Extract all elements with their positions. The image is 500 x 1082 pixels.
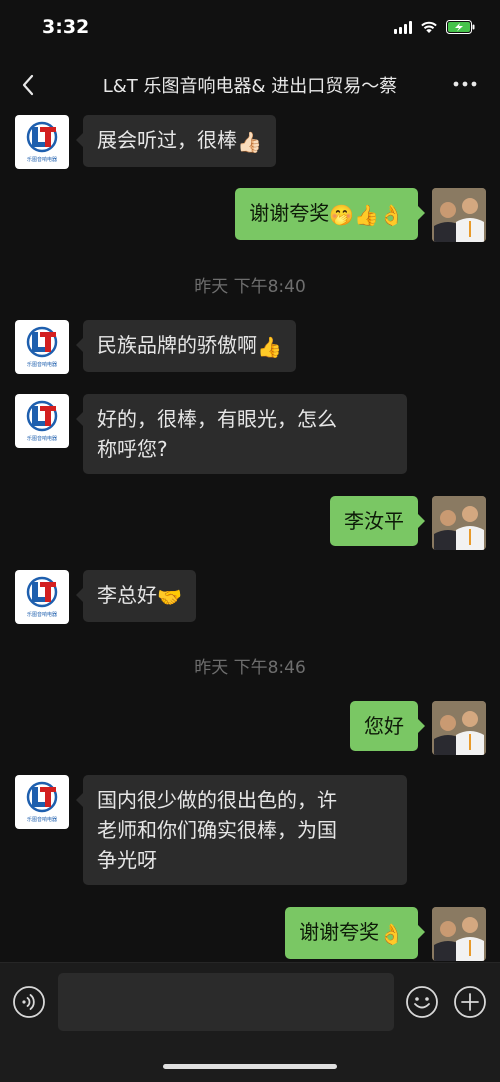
thumbs-up-icon: 👍🏻 [237, 129, 262, 154]
ok-hand-icon: 👌 [379, 921, 404, 946]
message-text-line: 好的，很棒，有眼光，怎么 [97, 407, 337, 431]
logo-text: 乐图音响电器 [27, 361, 57, 368]
message-bubble[interactable]: 国内很少做的很出色的，许 老师和你们确实很棒，为国 争光呀 [76, 775, 407, 885]
contact-avatar[interactable]: 乐图音响电器 [15, 775, 69, 829]
timestamp: 昨天 下午8:40 [194, 277, 306, 297]
status-time: 3:32 [42, 16, 90, 38]
message-text: 您好 [364, 714, 404, 738]
battery-charging-icon [446, 20, 476, 34]
person-photo-icon [432, 907, 486, 961]
cellular-signal-icon [394, 20, 412, 34]
person-photo-icon [432, 701, 486, 755]
my-avatar[interactable] [432, 496, 486, 550]
logo-text: 乐图音响电器 [27, 435, 57, 442]
logo-text: 乐图音响电器 [27, 816, 57, 823]
message-bubble[interactable]: 谢谢夸奖👌 [285, 907, 425, 959]
message-bubble[interactable]: 谢谢夸奖🤭👍👌 [235, 188, 425, 240]
emoji-reaction-icon: 🤭👍👌 [329, 202, 404, 227]
smiley-icon [406, 986, 438, 1018]
back-button[interactable] [14, 70, 44, 100]
company-logo-icon: 乐图音响电器 [26, 400, 58, 442]
chat-title: L&T 乐图音响电器& 进出口贸易～蔡 [102, 76, 398, 97]
logo-text: 乐图音响电器 [27, 611, 57, 618]
company-logo-icon: 乐图音响电器 [26, 121, 58, 163]
timestamp: 昨天 下午8:46 [194, 658, 306, 678]
chevron-left-icon [22, 74, 34, 96]
message-text: 展会听过，很棒 [97, 128, 237, 152]
more-button[interactable] [448, 72, 482, 96]
message-bubble[interactable]: 民族品牌的骄傲啊👍 [76, 320, 296, 372]
company-logo-icon: 乐图音响电器 [26, 576, 58, 618]
contact-avatar[interactable]: 乐图音响电器 [15, 570, 69, 624]
message-input[interactable] [58, 973, 394, 1031]
message-bubble[interactable]: 展会听过，很棒👍🏻 [76, 115, 276, 167]
message-bubble[interactable]: 李总好🤝 [76, 570, 196, 622]
message-list[interactable]: 乐图音响电器 展会听过，很棒👍🏻 谢谢夸奖🤭👍👌 昨天 下午8:40 乐图音响电… [0, 110, 500, 962]
emoji-button[interactable] [405, 985, 439, 1019]
company-logo-icon: 乐图音响电器 [26, 326, 58, 368]
status-bar: 3:32 [0, 0, 500, 60]
my-avatar[interactable] [432, 907, 486, 961]
chat-header: L&T 乐图音响电器& 进出口贸易～蔡 [0, 60, 500, 110]
message-bubble[interactable]: 李汝平 [330, 496, 425, 546]
message-text-line: 争光呀 [97, 848, 157, 872]
message-text-line: 称呼您? [97, 437, 168, 461]
company-logo-icon: 乐图音响电器 [26, 781, 58, 823]
handshake-icon: 🤝 [157, 584, 182, 609]
message-text: 谢谢夸奖 [249, 201, 330, 225]
voice-button[interactable] [12, 985, 46, 1019]
person-photo-icon [432, 188, 486, 242]
message-text: 民族品牌的骄傲啊 [97, 333, 257, 357]
person-photo-icon [432, 496, 486, 550]
home-indicator[interactable] [163, 1064, 337, 1069]
contact-avatar[interactable]: 乐图音响电器 [15, 115, 69, 169]
more-functions-button[interactable] [453, 985, 487, 1019]
plus-icon [454, 986, 486, 1018]
message-text: 李汝平 [344, 509, 404, 533]
message-text-line: 国内很少做的很出色的，许 [97, 788, 337, 812]
my-avatar[interactable] [432, 701, 486, 755]
logo-text: 乐图音响电器 [27, 156, 57, 163]
message-bubble[interactable]: 好的，很棒，有眼光，怎么 称呼您? [76, 394, 407, 474]
contact-avatar[interactable]: 乐图音响电器 [15, 394, 69, 448]
thumbs-up-icon: 👍 [257, 334, 282, 359]
more-dots-icon [453, 81, 477, 87]
message-bubble[interactable]: 您好 [350, 701, 425, 751]
message-text-line: 老师和你们确实很棒，为国 [97, 818, 337, 842]
status-icons [394, 20, 476, 34]
message-text: 李总好 [97, 583, 157, 607]
voice-icon [13, 986, 45, 1018]
wifi-icon [420, 20, 438, 34]
contact-avatar[interactable]: 乐图音响电器 [15, 320, 69, 374]
message-text: 谢谢夸奖 [299, 920, 380, 944]
my-avatar[interactable] [432, 188, 486, 242]
